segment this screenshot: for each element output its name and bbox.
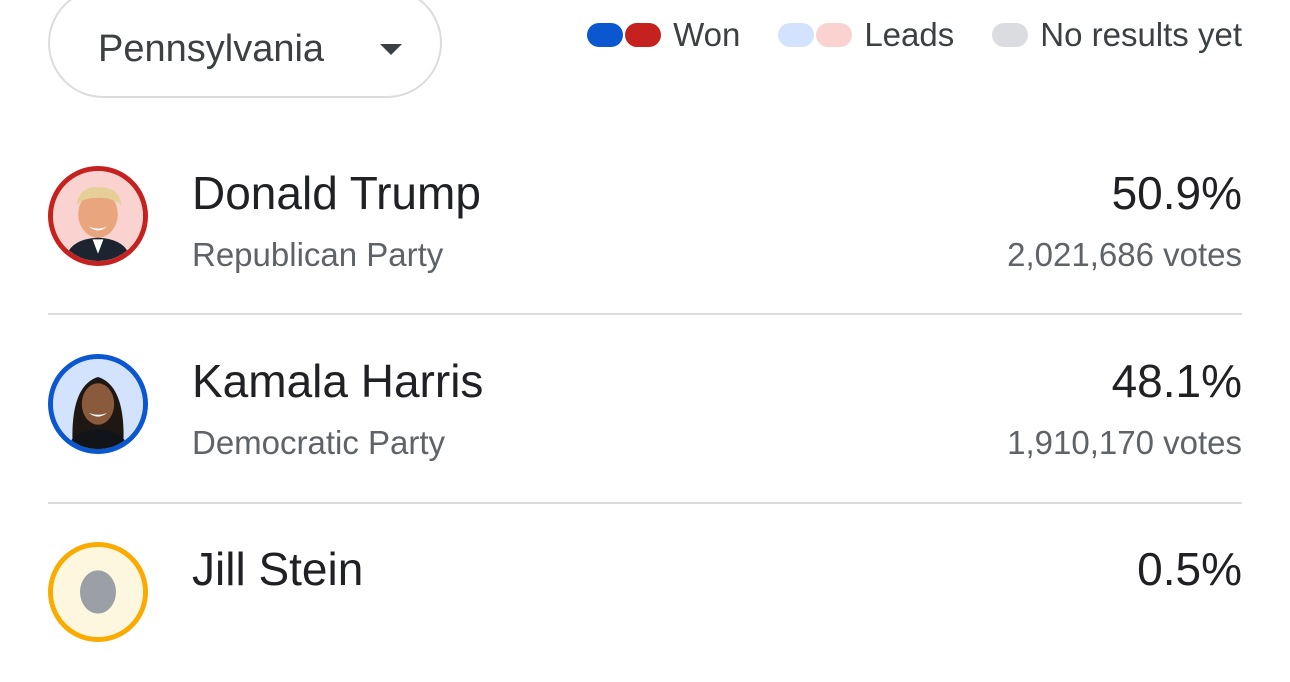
candidate-percent: 50.9% (1111, 167, 1242, 219)
candidate-row[interactable]: Jill Stein 0.5% (48, 542, 1242, 682)
candidate-votes: 2,021,686 votes (1007, 236, 1242, 273)
legend-no-results: No results yet (992, 16, 1242, 54)
candidate-percent: 48.1% (1111, 355, 1242, 407)
candidate-avatar (48, 354, 148, 454)
candidate-avatar (48, 542, 148, 642)
leads-swatch-icon (778, 23, 853, 47)
state-dropdown[interactable]: Pennsylvania (48, 0, 442, 98)
no-results-swatch-icon (992, 23, 1029, 47)
chevron-down-icon (380, 44, 402, 55)
portrait-icon (53, 547, 143, 637)
candidate-name: Jill Stein (192, 543, 364, 595)
candidate-party: Democratic Party (192, 424, 446, 461)
candidate-percent: 0.5% (1137, 543, 1242, 595)
state-dropdown-value: Pennsylvania (98, 27, 325, 70)
legend-won: Won (587, 16, 740, 54)
legend-won-label: Won (673, 16, 741, 53)
row-divider (48, 502, 1242, 504)
results-legend: Won Leads No results yet (587, 16, 1242, 54)
portrait-icon (53, 171, 143, 261)
legend-leads-label: Leads (864, 16, 955, 53)
candidate-party: Republican Party (192, 236, 444, 273)
candidate-row[interactable]: Kamala Harris Democratic Party 48.1% 1,9… (48, 354, 1242, 494)
candidate-avatar (48, 166, 148, 266)
won-swatch-icon (587, 23, 662, 47)
candidate-name: Donald Trump (192, 167, 481, 219)
candidate-name: Kamala Harris (192, 355, 484, 407)
row-divider (48, 313, 1242, 315)
legend-leads: Leads (778, 16, 954, 54)
candidate-votes: 1,910,170 votes (1007, 424, 1242, 461)
candidate-row[interactable]: Donald Trump Republican Party 50.9% 2,02… (48, 166, 1242, 306)
portrait-icon (53, 359, 143, 449)
legend-no-results-label: No results yet (1040, 16, 1242, 53)
